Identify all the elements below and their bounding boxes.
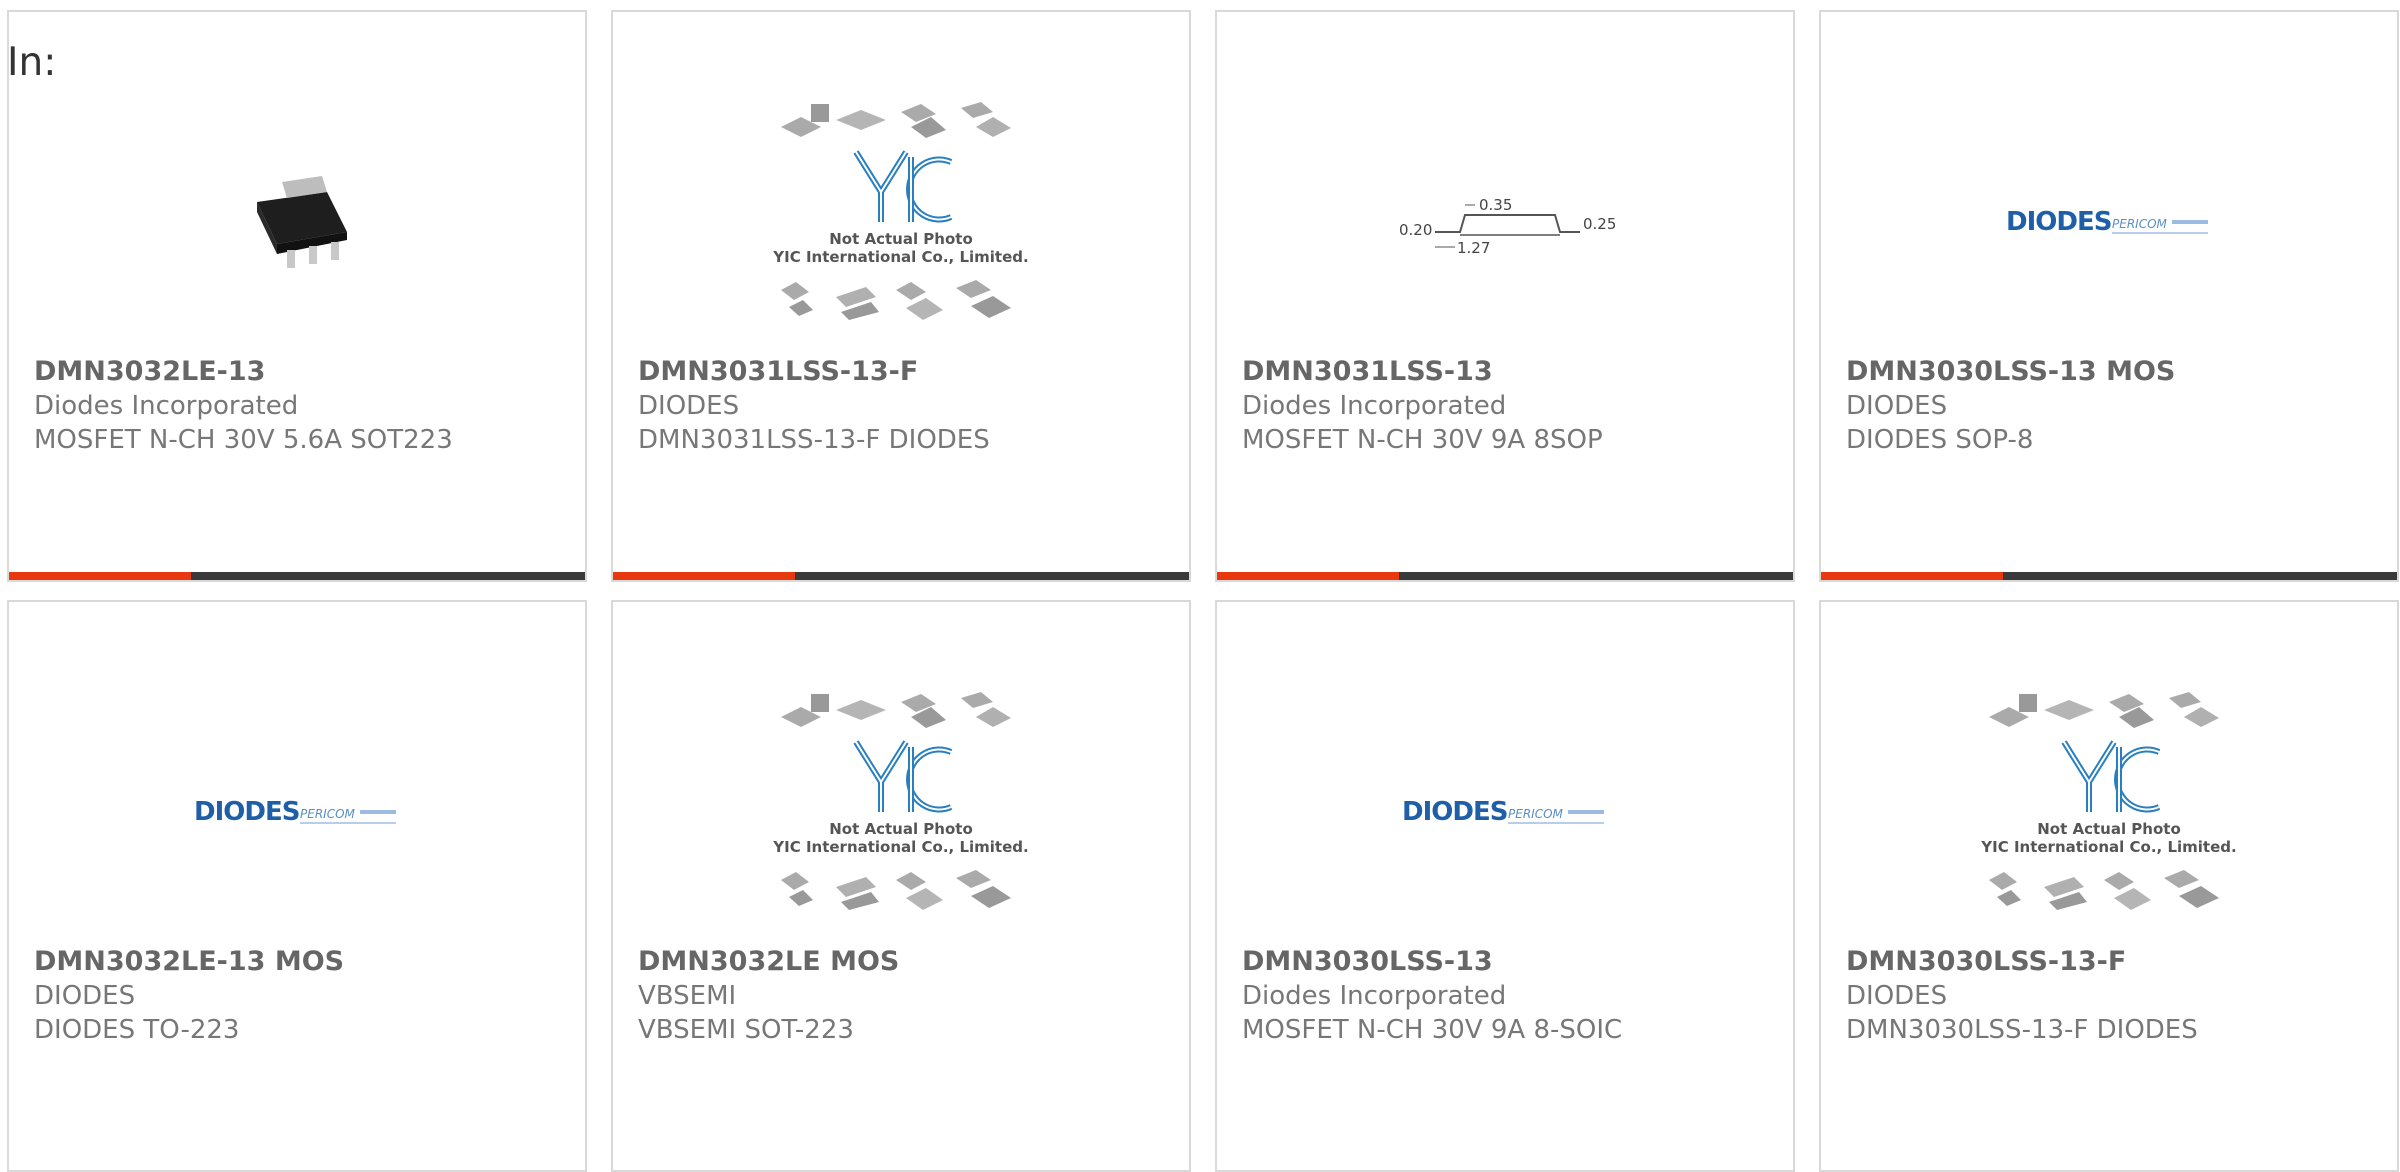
part-number[interactable]: DMN3030LSS-13	[1242, 945, 1773, 979]
manufacturer: Diodes Incorporated	[1242, 981, 1507, 1011]
manufacturer: VBSEMI	[638, 981, 737, 1011]
diodes-logo-icon: DIODES PERICOM	[1402, 797, 1604, 827]
card-bar	[9, 572, 585, 580]
yic-caption-line1: Not Actual Photo	[829, 230, 973, 248]
yic-placeholder-icon: Not Actual Photo YIC International Co., …	[772, 102, 1029, 320]
yic-caption-line1: Not Actual Photo	[829, 820, 973, 838]
product-image[interactable]: Not Actual Photo YIC International Co., …	[1821, 672, 2397, 952]
manufacturer: DIODES	[638, 391, 740, 421]
manufacturer: Diodes Incorporated	[34, 391, 299, 421]
part-number[interactable]: DMN3032LE MOS	[638, 945, 1169, 979]
diodes-logo-text: DIODES	[2006, 207, 2111, 237]
card-bar	[1217, 572, 1793, 580]
package-drawing-icon: 0.35 0.20 0.25 1.27	[1399, 196, 1615, 257]
description: DIODES TO-223	[34, 1015, 240, 1045]
description: MOSFET N-CH 30V 9A 8-SOIC	[1242, 1015, 1623, 1045]
part-number[interactable]: DMN3031LSS-13	[1242, 355, 1773, 389]
card-bar	[613, 572, 1189, 580]
product-image[interactable]: DIODES PERICOM	[1821, 82, 2397, 362]
dim-0-25: 0.25	[1583, 215, 1615, 233]
yic-caption-line2: YIC International Co., Limited.	[1980, 838, 2236, 856]
product-image[interactable]	[9, 82, 585, 362]
product-image[interactable]: DIODES PERICOM	[1217, 672, 1793, 952]
product-image[interactable]: Not Actual Photo YIC International Co., …	[613, 82, 1189, 362]
manufacturer: Diodes Incorporated	[1242, 391, 1507, 421]
product-card[interactable]: DIODES PERICOM DMN3030LSS-13 Diodes Inco…	[1215, 600, 1795, 1172]
manufacturer: DIODES	[34, 981, 136, 1011]
sot223-chip-icon	[257, 176, 347, 268]
diodes-logo-icon: DIODES PERICOM	[2006, 207, 2208, 237]
dim-0-35: 0.35	[1479, 196, 1512, 214]
part-number[interactable]: DMN3030LSS-13-F	[1846, 945, 2377, 979]
dim-0-20: 0.20	[1399, 221, 1432, 239]
product-image[interactable]: Not Actual Photo YIC International Co., …	[613, 672, 1189, 952]
dim-1-27: 1.27	[1457, 239, 1490, 257]
pericom-logo-text: PERICOM	[2112, 217, 2168, 231]
description: MOSFET N-CH 30V 5.6A SOT223	[34, 425, 453, 455]
yic-caption-line2: YIC International Co., Limited.	[772, 248, 1028, 266]
part-number[interactable]: DMN3032LE-13 MOS	[34, 945, 565, 979]
yic-placeholder-icon: Not Actual Photo YIC International Co., …	[772, 692, 1029, 910]
description: DMN3030LSS-13-F DIODES	[1846, 1015, 2198, 1045]
product-card[interactable]: Not Actual Photo YIC International Co., …	[611, 10, 1191, 582]
product-image[interactable]: 0.35 0.20 0.25 1.27	[1217, 82, 1793, 362]
pericom-logo-text: PERICOM	[1508, 807, 1564, 821]
diodes-logo-text: DIODES	[1402, 797, 1507, 827]
diodes-logo-icon: DIODES PERICOM	[194, 797, 396, 827]
yic-caption-line1: Not Actual Photo	[2037, 820, 2181, 838]
product-card[interactable]: DIODES PERICOM DMN3030LSS-13 MOS DIODES …	[1819, 10, 2399, 582]
description: DMN3031LSS-13-F DIODES	[638, 425, 990, 455]
pericom-logo-text: PERICOM	[300, 807, 356, 821]
product-card[interactable]: Not Actual Photo YIC International Co., …	[611, 600, 1191, 1172]
manufacturer: DIODES	[1846, 981, 1948, 1011]
card-bar	[1821, 572, 2397, 580]
product-card[interactable]: 0.35 0.20 0.25 1.27 DMN3031LSS-13 Diodes…	[1215, 10, 1795, 582]
product-image[interactable]: DIODES PERICOM	[9, 672, 585, 952]
product-card[interactable]: DMN3032LE-13 Diodes Incorporated MOSFET …	[7, 10, 587, 582]
manufacturer: DIODES	[1846, 391, 1948, 421]
product-card[interactable]: Not Actual Photo YIC International Co., …	[1819, 600, 2399, 1172]
yic-placeholder-icon: Not Actual Photo YIC International Co., …	[1980, 692, 2237, 910]
diodes-logo-text: DIODES	[194, 797, 299, 827]
part-number[interactable]: DMN3030LSS-13 MOS	[1846, 355, 2377, 389]
part-number[interactable]: DMN3031LSS-13-F	[638, 355, 1169, 389]
product-card[interactable]: DIODES PERICOM DMN3032LE-13 MOS DIODES D…	[7, 600, 587, 1172]
description: VBSEMI SOT-223	[638, 1015, 854, 1045]
description: DIODES SOP-8	[1846, 425, 2034, 455]
yic-caption-line2: YIC International Co., Limited.	[772, 838, 1028, 856]
part-number[interactable]: DMN3032LE-13	[34, 355, 565, 389]
description: MOSFET N-CH 30V 9A 8SOP	[1242, 425, 1603, 455]
filter-in-label: In:	[7, 40, 57, 85]
